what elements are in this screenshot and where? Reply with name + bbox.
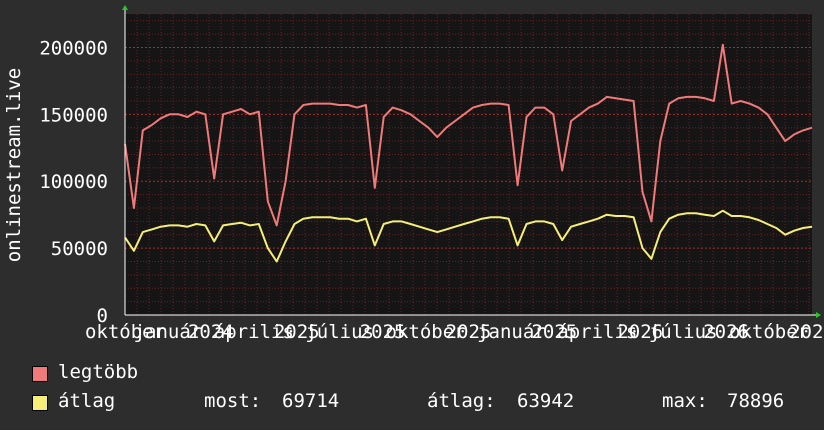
atlag-stat-value: 63942 xyxy=(517,390,575,412)
y-tick-label: 150000 xyxy=(39,104,108,126)
x-tick-labels: októberjanuár2024április2025július2025ok… xyxy=(85,321,824,343)
plot-background xyxy=(125,14,812,315)
x-axis-arrow xyxy=(816,312,821,318)
y-tick-labels: 050000100000150000200000 xyxy=(39,37,108,327)
atlag-stat-label: átlag: xyxy=(427,390,496,412)
y-axis-label: onlinestream.live xyxy=(3,68,25,262)
y-axis-arrow xyxy=(122,5,128,10)
y-tick-label: 100000 xyxy=(39,171,108,193)
legtobb-swatch xyxy=(32,366,48,382)
y-tick-label: 50000 xyxy=(51,238,108,260)
max-value: 78896 xyxy=(727,390,785,412)
most-value: 69714 xyxy=(282,390,340,412)
legend-legtobb-label: legtöbb xyxy=(58,361,139,383)
x-tick-label: 2026 xyxy=(789,321,824,343)
y-tick-label: 200000 xyxy=(39,37,108,59)
legend-atlag-label: átlag xyxy=(58,390,116,412)
most-label: most: xyxy=(204,390,262,412)
max-label: max: xyxy=(662,390,708,412)
atlag-swatch xyxy=(32,395,48,411)
